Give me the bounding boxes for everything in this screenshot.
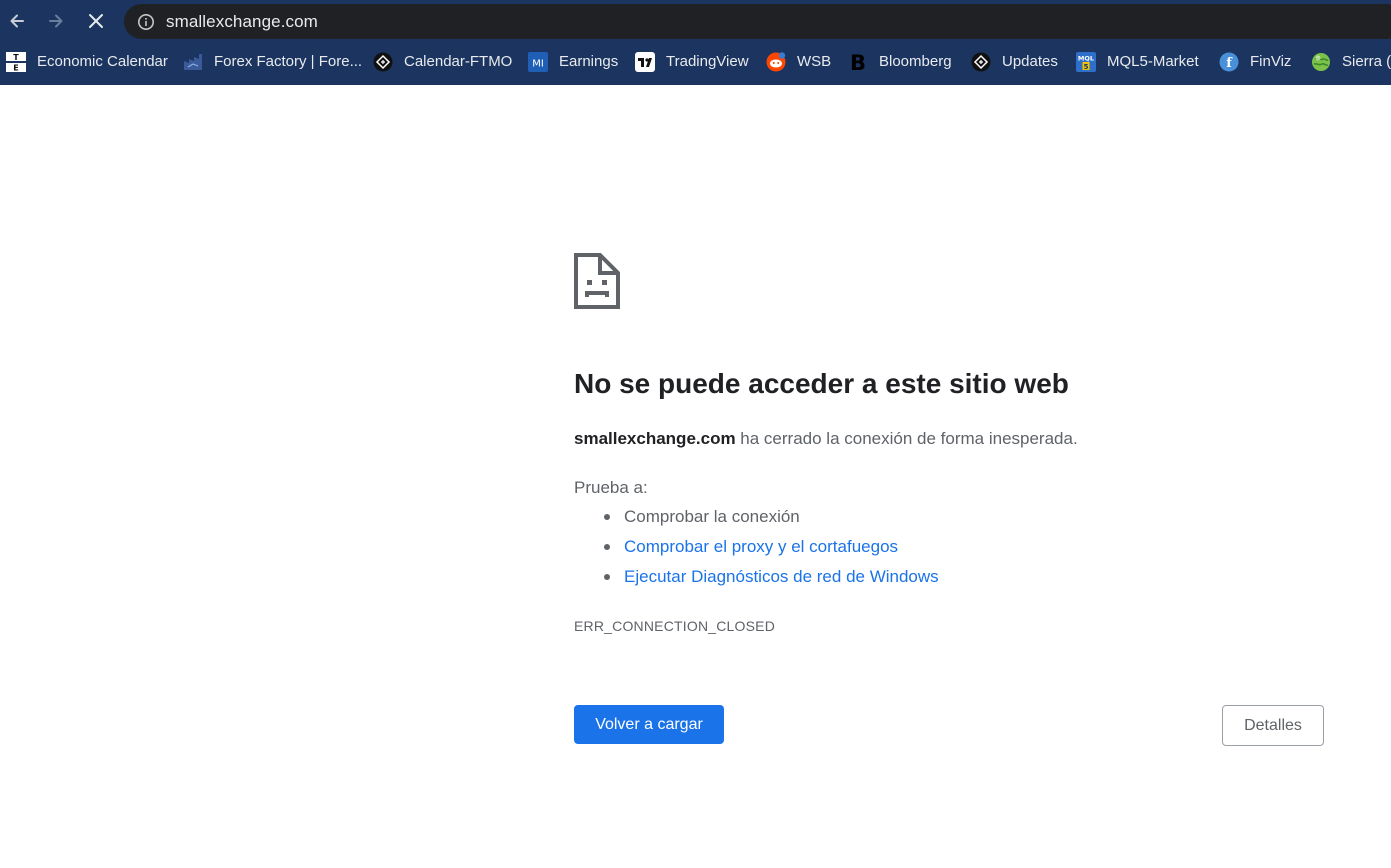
svg-text:MQL: MQL <box>1078 54 1094 62</box>
bookmark-label: Forex Factory | Fore... <box>214 53 363 70</box>
bullet-icon <box>604 574 610 580</box>
address-bar[interactable]: smallexchange.com <box>124 4 1391 39</box>
svg-text:B: B <box>850 52 866 72</box>
svg-text:T: T <box>13 53 19 62</box>
ftmo-icon <box>373 52 393 72</box>
site-info-icon[interactable] <box>137 13 155 31</box>
sad-document-icon <box>574 253 620 309</box>
bookmark-economic-calendar[interactable]: T E Economic Calendar <box>6 45 168 78</box>
bookmarks-bar: T E Economic Calendar Forex Factory | Fo… <box>0 45 1391 78</box>
suggestion-text: Comprobar la conexión <box>624 507 800 526</box>
bookmark-label: FinViz <box>1250 53 1292 70</box>
arrow-left-icon <box>10 14 24 28</box>
tradingview-icon <box>635 51 655 72</box>
error-message: smallexchange.com ha cerrado la conexión… <box>574 429 1078 449</box>
error-code: ERR_CONNECTION_CLOSED <box>574 618 776 634</box>
arrow-right-icon <box>49 14 63 28</box>
bookmark-label: Earnings <box>559 53 619 70</box>
globe-icon <box>1311 52 1331 72</box>
bookmark-calendar-ftmo[interactable]: Calendar-FTMO <box>373 45 512 78</box>
bookmark-sierra[interactable]: Sierra (A <box>1311 45 1391 78</box>
error-host: smallexchange.com <box>574 429 736 448</box>
bloomberg-icon: B <box>848 52 868 72</box>
check-proxy-link[interactable]: Comprobar el proxy y el cortafuegos <box>624 537 898 556</box>
svg-text:E: E <box>13 63 18 72</box>
suggestion-check-connection: Comprobar la conexión <box>574 506 939 536</box>
bookmark-label: Sierra (A <box>1342 53 1391 70</box>
ftmo-icon <box>971 52 991 72</box>
bookmark-label: WSB <box>797 53 832 70</box>
bookmark-label: Economic Calendar <box>37 53 168 70</box>
bookmark-earnings[interactable]: MI Earnings <box>528 45 618 78</box>
browser-toolbar: smallexchange.com <box>0 0 1391 42</box>
bookmark-label: Updates <box>1002 53 1058 70</box>
bookmark-label: Calendar-FTMO <box>404 53 513 70</box>
bullet-icon <box>604 514 610 520</box>
reddit-icon <box>766 51 786 72</box>
bookmark-wsb[interactable]: WSB <box>766 45 831 78</box>
mql5-icon: MQL 5 <box>1076 51 1096 72</box>
tradingeconomics-icon: T E <box>6 51 26 72</box>
forexfactory-icon <box>183 52 203 72</box>
error-message-text: ha cerrado la conexión de forma inespera… <box>735 429 1078 448</box>
run-diagnostics-link[interactable]: Ejecutar Diagnósticos de red de Windows <box>624 567 939 586</box>
suggestion-run-diagnostics: Ejecutar Diagnósticos de red de Windows <box>574 566 939 596</box>
bookmark-tradingview[interactable]: TradingView <box>635 45 749 78</box>
bookmark-label: TradingView <box>666 53 749 70</box>
suggestion-check-proxy: Comprobar el proxy y el cortafuegos <box>574 536 939 566</box>
bookmark-bloomberg[interactable]: B Bloomberg <box>848 45 952 78</box>
bullet-icon <box>604 544 610 550</box>
forward-button[interactable] <box>40 5 72 37</box>
svg-text:5: 5 <box>1084 63 1089 71</box>
address-url[interactable]: smallexchange.com <box>166 12 318 32</box>
bookmark-label: MQL5-Market <box>1107 53 1199 70</box>
back-button[interactable] <box>1 5 33 37</box>
suggestions-heading: Prueba a: <box>574 478 648 497</box>
close-icon <box>89 14 103 28</box>
marketinsider-icon: MI <box>528 51 548 72</box>
bookmark-mql5-market[interactable]: MQL 5 MQL5-Market <box>1076 45 1199 78</box>
bookmark-finviz[interactable]: f FinViz <box>1219 45 1291 78</box>
reload-button[interactable]: Volver a cargar <box>574 705 724 744</box>
error-title: No se puede acceder a este sitio web <box>574 368 1069 399</box>
suggestions-list: Comprobar la conexión Comprobar el proxy… <box>574 506 939 596</box>
stop-loading-button[interactable] <box>80 5 112 37</box>
bookmark-updates[interactable]: Updates <box>971 45 1058 78</box>
details-button[interactable]: Detalles <box>1222 705 1324 746</box>
finviz-icon: f <box>1219 52 1239 72</box>
browser-chrome: smallexchange.com T E Economic Calendar <box>0 0 1391 85</box>
svg-text:MI: MI <box>532 58 544 69</box>
bookmark-label: Bloomberg <box>879 53 952 70</box>
bookmark-forex-factory[interactable]: Forex Factory | Fore... <box>183 45 362 78</box>
